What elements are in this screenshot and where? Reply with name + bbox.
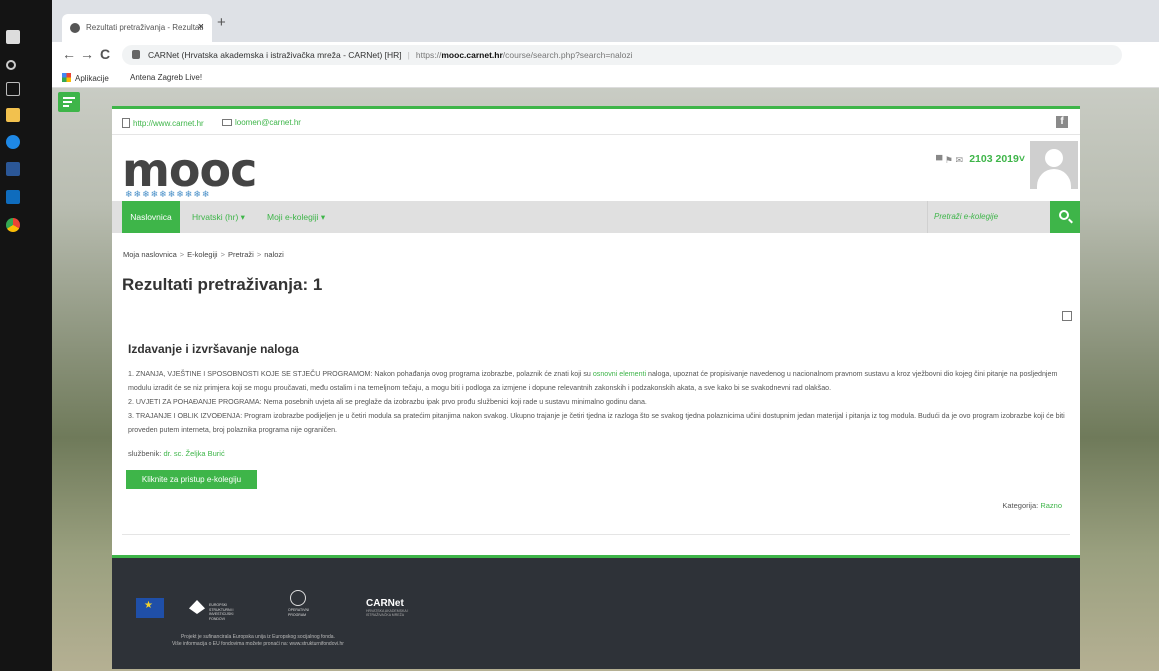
address-row: ← → C CARNet (Hrvatska akademska i istra… [52, 42, 1159, 68]
top-info-bar: http://www.carnet.hr loomen@carnet.hr f [112, 109, 1080, 135]
new-tab-button[interactable]: + [217, 14, 226, 31]
nav-my-courses[interactable]: Moji e-kolegiji ▾ [267, 212, 325, 223]
course-summary: 1. ZNANJA, VJEŠTINE I SPOSOBNOSTI KOJE S… [128, 367, 1068, 437]
email-link[interactable]: loomen@carnet.hr [222, 118, 301, 127]
task-view-icon[interactable] [6, 82, 20, 96]
word-icon[interactable] [6, 162, 20, 176]
file-explorer-icon[interactable] [6, 108, 20, 122]
course-search-input[interactable]: Pretraži e-kolegije [927, 201, 1050, 233]
teacher-link[interactable]: dr. sc. Željka Burić [163, 449, 224, 458]
url-host: mooc.carnet.hr [441, 50, 503, 60]
address-bar[interactable]: CARNet (Hrvatska akademska i istraživačk… [122, 45, 1122, 65]
main-navbar: Naslovnica Hrvatski (hr) ▾ Moji e-kolegi… [112, 201, 1080, 233]
course-title[interactable]: Izdavanje i izvršavanje naloga [128, 342, 299, 356]
forward-button[interactable]: → [80, 46, 94, 62]
breadcrumb-search[interactable]: Pretraži [228, 250, 254, 259]
summary-paragraph-3: 3. TRAJANJE I OBLIK IZVOĐENJA: Program i… [128, 412, 1065, 434]
browser-tab[interactable]: Rezultati pretraživanja - Rezultati × [62, 14, 212, 42]
summary-link[interactable]: osnovni elementi [593, 370, 646, 378]
edge-icon[interactable] [6, 135, 20, 149]
breadcrumb-current: nalozi [264, 250, 284, 259]
url-prefix: https:// [415, 50, 442, 60]
page-title: Rezultati pretraživanja: 1 [122, 275, 323, 294]
site-identity: CARNet (Hrvatska akademska i istraživačk… [148, 50, 402, 60]
bookmarks-bar: Aplikacije Antena Zagreb Live! [52, 68, 1159, 88]
lock-icon [132, 50, 140, 59]
edit-icon[interactable] [1062, 311, 1072, 321]
divider [122, 534, 1070, 535]
search-icon[interactable] [6, 60, 16, 70]
url-path: /course/search.php?search=nalozi [502, 50, 633, 60]
outlook-icon[interactable] [6, 190, 20, 204]
course-category: Kategorija: Razno [1002, 501, 1062, 510]
bookmark-antena-zagreb[interactable]: Antena Zagreb Live! [130, 73, 202, 82]
bookmark-apps[interactable]: Aplikacije [62, 73, 109, 83]
logo-dots: ❄❄❄❄❄❄❄❄❄❄ [125, 189, 211, 199]
search-button[interactable] [1050, 201, 1080, 233]
back-button[interactable]: ← [62, 46, 76, 62]
reload-button[interactable]: C [100, 46, 110, 62]
page-footer: EUROPSKI STRUKTURNI I INVESTICIJSKI FOND… [112, 555, 1080, 669]
facebook-icon[interactable]: f [1056, 116, 1068, 128]
tab-close-icon[interactable]: × [198, 21, 204, 33]
drawer-toggle-button[interactable] [58, 92, 80, 112]
footer-note: Projekt je sufinancirala Europska unija … [172, 634, 344, 647]
breadcrumb-home[interactable]: Moja naslovnica [123, 250, 177, 259]
user-menu-name[interactable]: 2103 2019˅ [969, 153, 1025, 165]
windows-taskbar [0, 0, 52, 671]
access-course-button[interactable]: Kliknite za pristup e-kolegiju [126, 470, 257, 489]
esf-logo: EUROPSKI STRUKTURNI I INVESTICIJSKI FOND… [189, 598, 249, 621]
tab-strip: Rezultati pretraživanja - Rezultati × + [52, 0, 1159, 42]
nav-language[interactable]: Hrvatski (hr) ▾ [192, 212, 245, 223]
avatar[interactable] [1030, 141, 1078, 189]
screenshot-frame: Rezultati pretraživanja - Rezultati × + … [0, 0, 1159, 671]
document-icon [122, 118, 130, 128]
apps-grid-icon [62, 73, 71, 82]
envelope-icon [222, 119, 232, 126]
favicon-icon [70, 23, 80, 33]
user-notification-icons[interactable]: ▀ ⚑ ✉ [936, 155, 963, 166]
tab-title: Rezultati pretraživanja - Rezultati [86, 23, 204, 32]
chrome-icon[interactable] [6, 218, 20, 232]
summary-paragraph-1: 1. ZNANJA, VJEŠTINE I SPOSOBNOSTI KOJE S… [128, 370, 1058, 392]
nav-home[interactable]: Naslovnica [122, 201, 180, 233]
breadcrumb-courses[interactable]: E-kolegiji [187, 250, 217, 259]
windows-start-icon[interactable] [6, 30, 20, 44]
summary-paragraph-2: 2. UVJETI ZA POHAĐANJE PROGRAMA: Nema po… [128, 398, 647, 406]
browser-chrome: Rezultati pretraživanja - Rezultati × + … [52, 0, 1159, 88]
breadcrumb: Moja naslovnica > E-kolegiji > Pretraži > nalo… [123, 250, 284, 259]
user-menu-area: ▀ ⚑ ✉ 2103 2019˅ [780, 139, 1080, 189]
carnet-logo: CARNet HRVATSKA AKADEMSKA I ISTRAŽIVAČKA … [366, 598, 409, 617]
course-teacher: službenik: dr. sc. Željka Burić [128, 449, 225, 458]
page-container: http://www.carnet.hr loomen@carnet.hr f … [112, 106, 1080, 669]
eu-flag-logo [136, 598, 164, 618]
category-link[interactable]: Razno [1040, 501, 1062, 510]
website-link[interactable]: http://www.carnet.hr [122, 118, 204, 128]
operational-programme-logo: OPERATIVNI PROGRAM [288, 590, 318, 622]
